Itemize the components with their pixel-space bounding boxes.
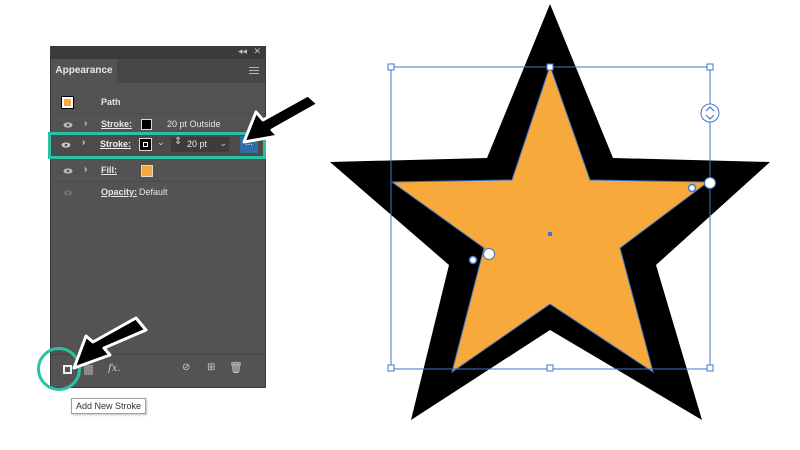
center-point — [548, 232, 552, 236]
callout-arrow-bottom — [72, 316, 148, 370]
corner-widget-left[interactable] — [483, 248, 495, 260]
points-widget-icon[interactable] — [700, 103, 720, 123]
radius-widget-right[interactable] — [687, 183, 697, 193]
radius-widget-left[interactable] — [468, 255, 478, 265]
corner-widget-right[interactable] — [704, 177, 716, 189]
canvas-overlay — [72, 4, 770, 420]
callout-arrow-top — [242, 93, 320, 144]
